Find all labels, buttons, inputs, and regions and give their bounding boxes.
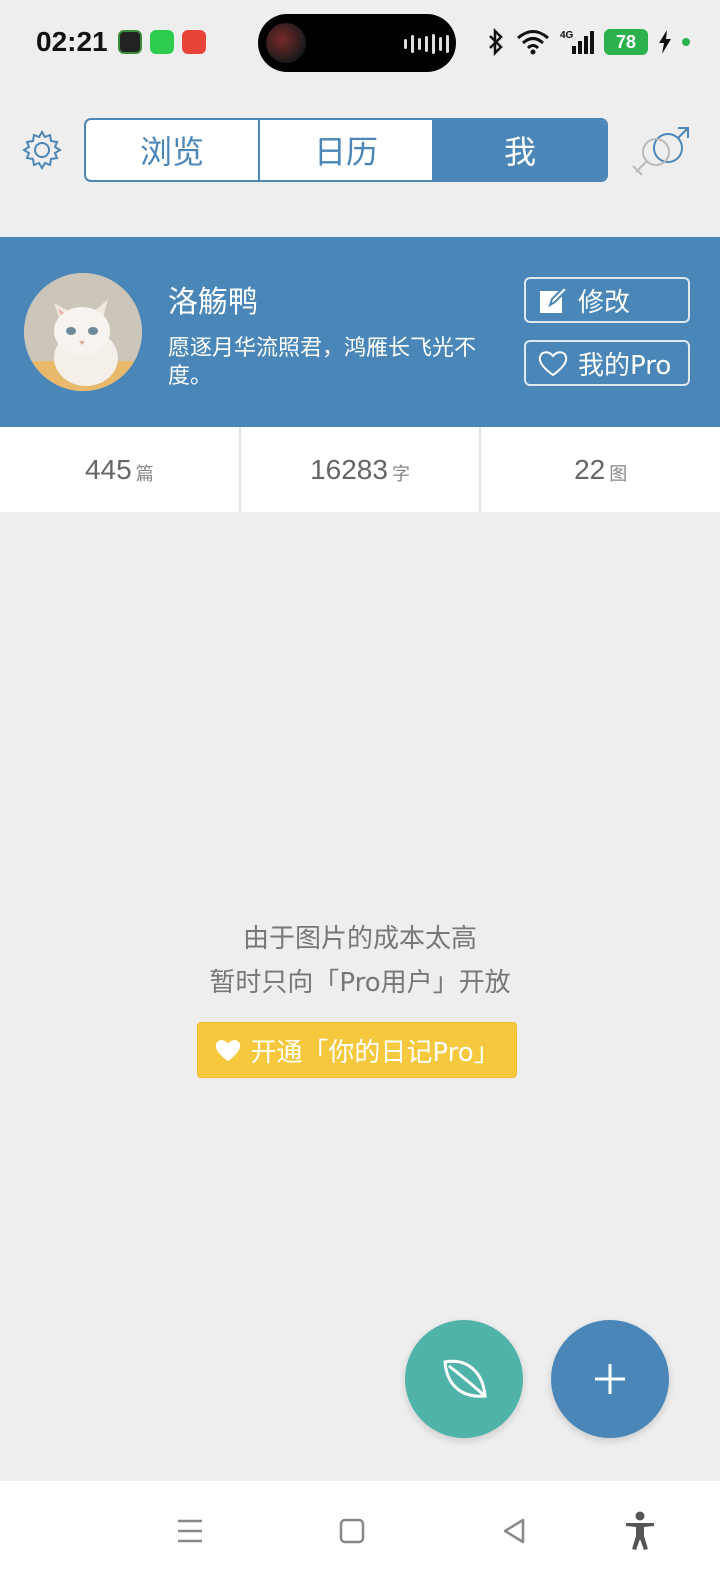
profile-bio: 愿逐月华流照君，鸿雁长飞光不度。 [168,336,477,389]
menu-button[interactable] [166,1507,214,1555]
empty-message-line1: 由于图片的成本太高 [242,924,477,954]
system-nav-bar [0,1481,720,1584]
music-cover-icon [266,23,306,63]
status-bar: 02:21 4G 78 [0,0,720,88]
edit-icon [538,285,568,315]
app-notification-icon [182,30,206,54]
network-label: 4G [560,30,574,41]
back-icon [503,1518,525,1544]
notification-icons [118,30,206,54]
quick-note-button[interactable] [405,1320,523,1438]
stat-unit: 图 [609,463,628,485]
gender-button[interactable] [628,124,692,180]
segmented-tabs: 浏览 日历 我 [84,118,608,182]
home-button[interactable] [328,1507,376,1555]
signal-icon: 4G [560,30,594,54]
stat-value: 22 [574,453,606,485]
battery-indicator: 78 [604,29,648,55]
bluetooth-icon [489,28,503,56]
stats-bar: 445 篇 16283 字 22 图 [0,427,720,512]
edit-label: 修改 [578,287,631,318]
edit-profile-button[interactable]: 修改 [524,277,690,323]
app-notification-icon [118,30,142,54]
heart-icon [538,348,568,378]
profile-name: 洛觞鸭 [168,285,258,320]
app-notification-icon [150,30,174,54]
my-pro-button[interactable]: 我的Pro [524,340,690,386]
stat-entries[interactable]: 445 篇 [0,427,241,512]
stat-unit: 字 [391,463,410,485]
privacy-dot [682,38,690,46]
accessibility-icon [626,1511,654,1550]
top-nav: 浏览 日历 我 [0,110,720,190]
home-icon [339,1518,365,1544]
stat-images[interactable]: 22 图 [481,427,720,512]
empty-message-line2: 暂时只向「Pro用户」开放 [209,968,511,998]
heart-icon [216,1040,241,1062]
stat-words[interactable]: 16283 字 [241,427,482,512]
dynamic-island[interactable] [258,14,456,72]
settings-button[interactable] [22,130,62,170]
back-button[interactable] [490,1507,538,1555]
profile-card: 洛觞鸭 愿逐月华流照君，鸿雁长飞光不度。 修改 我的Pro [0,237,720,427]
avatar[interactable] [24,273,142,391]
cat-avatar-icon [24,273,142,391]
menu-icon [178,1519,202,1543]
leaf-icon [443,1359,487,1398]
wifi-icon [517,30,549,55]
my-pro-label: 我的Pro [578,350,672,381]
status-time: 02:21 [36,26,108,57]
plus-icon [595,1364,625,1394]
stat-unit: 篇 [135,463,154,485]
audio-wave-icon [404,34,449,54]
tab-browse[interactable]: 浏览 [86,120,260,180]
add-entry-button[interactable] [551,1320,669,1438]
open-pro-button[interactable]: 开通「你的日记Pro」 [197,1022,517,1078]
open-pro-label: 开通「你的日记Pro」 [250,1037,500,1068]
tab-calendar[interactable]: 日历 [260,120,434,180]
accessibility-button[interactable] [616,1507,664,1555]
status-icons: 4G 78 [486,28,690,56]
charging-icon [659,30,671,54]
tab-me[interactable]: 我 [434,120,606,180]
stat-value: 445 [84,453,132,485]
gear-icon [22,130,62,170]
stat-value: 16283 [310,453,388,485]
gender-icon [632,127,689,176]
